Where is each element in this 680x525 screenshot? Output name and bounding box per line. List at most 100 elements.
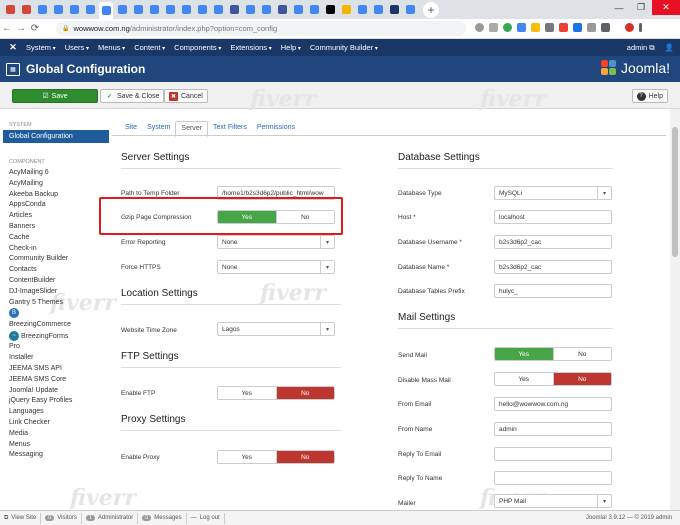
sidebar-item[interactable]: Contacts (9, 265, 112, 276)
proxy-no-option[interactable]: No (276, 451, 334, 463)
browser-tab[interactable] (339, 3, 353, 17)
send-mail-no-option[interactable]: No (553, 348, 611, 360)
search-icon[interactable] (475, 23, 484, 32)
sidebar-item[interactable]: Akeeba Backup (9, 190, 112, 201)
browser-tab[interactable] (99, 2, 113, 19)
ftp-yes-option[interactable]: Yes (218, 387, 276, 399)
proxy-yes-option[interactable]: Yes (218, 451, 276, 463)
sidebar-item[interactable]: AppsConda (9, 200, 112, 211)
address-bar[interactable]: 🔒 wowwow.com.ng /administrator/index.php… (56, 21, 466, 36)
browser-tab[interactable] (179, 3, 193, 17)
browser-tab[interactable] (83, 3, 97, 17)
browser-tab[interactable] (115, 3, 129, 17)
top-menu-menus[interactable]: Menus (98, 43, 125, 52)
browser-tab[interactable] (163, 3, 177, 17)
new-tab-button[interactable]: + (423, 1, 439, 18)
mailer-select[interactable]: PHP Mail ▾ (494, 494, 612, 508)
save-close-button[interactable]: ✔ Save & Close (100, 89, 165, 103)
sidebar-item[interactable]: Installer (9, 353, 112, 364)
messages-link[interactable]: 0 Messages (138, 512, 187, 524)
extension-icon[interactable] (587, 23, 596, 32)
back-arrow-icon[interactable]: ← (0, 23, 14, 34)
page-scrollbar[interactable] (670, 109, 680, 510)
browser-tab[interactable] (387, 3, 401, 17)
top-menu-users[interactable]: Users (65, 43, 89, 52)
user-icon[interactable]: 👤 (665, 43, 674, 53)
sidebar-item-breezingcommerce[interactable]: B BreezingCommerce (9, 308, 112, 330)
mass-mail-yes-option[interactable]: Yes (495, 373, 553, 385)
help-button[interactable]: ? Help (631, 89, 668, 103)
browser-tab[interactable] (371, 3, 385, 17)
browser-tab[interactable] (259, 3, 273, 17)
browser-tab[interactable] (275, 3, 289, 17)
sidebar-item[interactable]: AcyMailing 6 (9, 168, 112, 179)
sidebar-item[interactable]: Pro (9, 342, 112, 353)
extension-icon[interactable] (531, 23, 540, 32)
enable-proxy-toggle[interactable]: Yes No (217, 450, 335, 464)
save-button[interactable]: ☑ Save (12, 89, 98, 103)
cancel-button[interactable]: ✖ Cancel (164, 89, 208, 103)
sidebar-item[interactable]: Articles (9, 211, 112, 222)
send-mail-yes-option[interactable]: Yes (495, 348, 553, 360)
browser-tab[interactable] (291, 3, 305, 17)
from-name-input[interactable]: admin (494, 422, 612, 436)
star-icon[interactable] (489, 23, 498, 32)
reply-to-email-input[interactable] (494, 447, 612, 461)
db-type-select[interactable]: MySQLi ▾ (494, 186, 612, 200)
browser-tab[interactable] (355, 3, 369, 17)
timezone-select[interactable]: Lagos ▾ (217, 322, 335, 336)
error-reporting-select[interactable]: None ▾ (217, 235, 335, 249)
top-menu-components[interactable]: Components (174, 43, 221, 52)
extension-icon[interactable] (573, 23, 582, 32)
sidebar-item[interactable]: Banners (9, 222, 112, 233)
top-menu-community-builder[interactable]: Community Builder (310, 43, 378, 52)
admin-user-link[interactable]: admin ⧉ (627, 43, 655, 53)
minimize-button[interactable]: — (608, 0, 630, 15)
administrator-link[interactable]: 1 Administrator (82, 512, 139, 524)
sidebar-item[interactable]: jQuery Easy Profiles (9, 396, 112, 407)
mass-mail-no-option[interactable]: No (553, 373, 611, 385)
sidebar-item[interactable]: ContentBuilder (9, 276, 112, 287)
visitors-link[interactable]: 0 Visitors (41, 512, 82, 524)
sidebar-item-global-configuration[interactable]: Global Configuration (3, 130, 109, 143)
db-host-input[interactable]: localhost (494, 210, 612, 224)
browser-tab[interactable] (211, 3, 225, 17)
browser-tab[interactable] (307, 3, 321, 17)
browser-tab[interactable] (19, 3, 33, 17)
browser-tab[interactable] (403, 3, 417, 17)
sidebar-item[interactable]: Check-in (9, 244, 112, 255)
menu-kebab-icon[interactable] (639, 23, 642, 32)
top-menu-system[interactable]: System (26, 43, 56, 52)
sidebar-item[interactable]: Media (9, 429, 112, 440)
browser-tab[interactable] (131, 3, 145, 17)
sidebar-item[interactable]: DJ-ImageSlider (9, 287, 112, 298)
from-email-input[interactable]: hello@wowwow.com.ng (494, 397, 612, 411)
joomla-x-icon[interactable]: ✕ (0, 42, 26, 53)
extension-icon[interactable] (545, 23, 554, 32)
db-username-input[interactable]: b2s3d6p2_cac (494, 235, 612, 249)
extension-icon[interactable] (601, 23, 610, 32)
db-name-input[interactable]: b2s3d6p2_cac (494, 260, 612, 274)
browser-tab[interactable] (147, 3, 161, 17)
logout-link[interactable]: — Log out (187, 512, 225, 524)
sidebar-item-breezingforms[interactable]: ~ BreezingForms (9, 330, 112, 343)
sidebar-item[interactable]: Link Checker (9, 418, 112, 429)
sidebar-item[interactable]: Community Builder (9, 254, 112, 265)
extension-icon[interactable] (517, 23, 526, 32)
browser-tab[interactable] (35, 3, 49, 17)
sidebar-item[interactable]: Joomla! Update (9, 386, 112, 397)
sidebar-item[interactable]: JEEMA SMS API (9, 364, 112, 375)
browser-tab[interactable] (51, 3, 65, 17)
browser-tab[interactable] (243, 3, 257, 17)
maximize-button[interactable]: ❐ (630, 0, 652, 15)
browser-tab[interactable] (195, 3, 209, 17)
sidebar-item[interactable]: AcyMailing (9, 179, 112, 190)
send-mail-toggle[interactable]: Yes No (494, 347, 612, 361)
top-menu-extensions[interactable]: Extensions (230, 43, 271, 52)
view-site-link[interactable]: ⧉ View Site (0, 512, 42, 524)
sidebar-item[interactable]: Menus (9, 440, 112, 451)
disable-mass-mail-toggle[interactable]: Yes No (494, 372, 612, 386)
sidebar-item[interactable]: Messaging (9, 450, 112, 461)
top-menu-content[interactable]: Content (134, 43, 165, 52)
force-https-select[interactable]: None ▾ (217, 260, 335, 274)
